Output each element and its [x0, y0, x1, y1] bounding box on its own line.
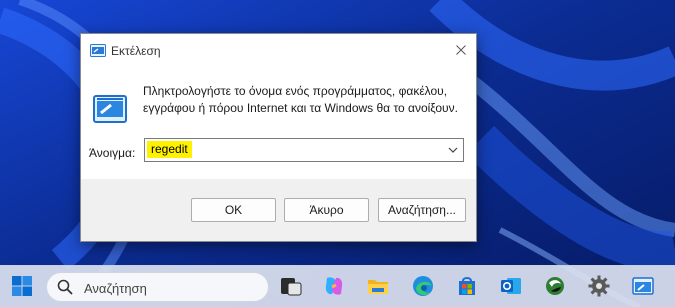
open-label: Άνοιγμα: [89, 146, 136, 160]
open-combobox[interactable]: regedit [144, 138, 464, 162]
store-icon[interactable] [455, 274, 479, 298]
dialog-titlebar: Εκτέλεση [81, 34, 476, 66]
search-icon [57, 279, 73, 295]
dialog-title: Εκτέλεση [111, 44, 161, 58]
search-placeholder: Αναζήτηση [84, 281, 147, 296]
outlook-icon[interactable] [499, 274, 523, 298]
run-icon[interactable] [631, 274, 655, 298]
file-explorer-icon[interactable] [366, 274, 390, 298]
taskbar-search[interactable]: Αναζήτηση [46, 272, 269, 302]
cancel-button[interactable]: Άκυρο [284, 198, 369, 222]
open-input[interactable]: regedit [147, 141, 192, 158]
run-dialog: Εκτέλεση Πληκτρολογήστε το όνομα ενός πρ… [80, 33, 477, 242]
taskbar: Αναζήτηση [0, 265, 675, 307]
gimp-icon[interactable] [543, 274, 567, 298]
edge-icon[interactable] [411, 274, 435, 298]
browse-button[interactable]: Αναζήτηση... [378, 198, 466, 222]
chevron-down-icon[interactable] [446, 143, 460, 157]
copilot-icon[interactable] [322, 274, 346, 298]
close-icon [456, 45, 466, 55]
run-program-icon [93, 95, 127, 123]
close-button[interactable] [446, 34, 476, 66]
dialog-description: Πληκτρολογήστε το όνομα ενός προγράμματο… [143, 84, 458, 115]
start-icon[interactable] [10, 274, 34, 298]
ok-button[interactable]: OK [191, 198, 276, 222]
settings-icon[interactable] [587, 274, 611, 298]
task-view-icon[interactable] [279, 274, 303, 298]
run-icon [90, 44, 106, 57]
